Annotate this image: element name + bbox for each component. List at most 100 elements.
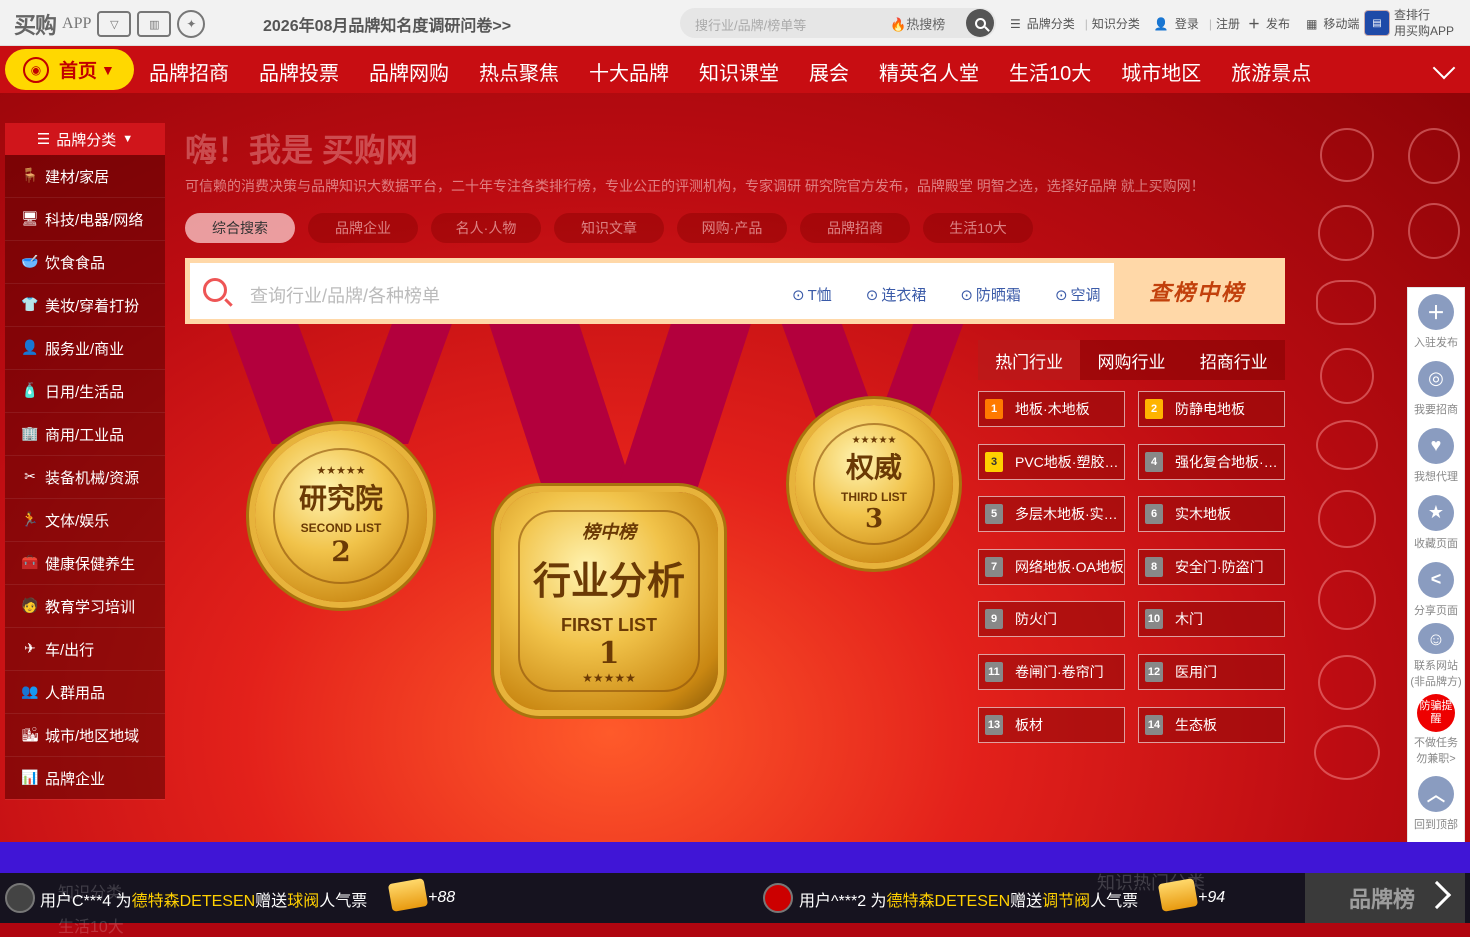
brand-rank-button[interactable]: 品牌榜 bbox=[1305, 873, 1465, 923]
anti-fraud-notice[interactable]: 防骗提醒 不做任务勿兼职> bbox=[1408, 690, 1464, 770]
sidebar-item-daily[interactable]: 🧴 日用/生活品 bbox=[5, 370, 165, 413]
nav-expand-icon[interactable] bbox=[1432, 56, 1456, 80]
invest-button[interactable]: ◎ 我要招商 bbox=[1408, 355, 1464, 422]
tab-articles[interactable]: 知识文章 bbox=[554, 213, 664, 243]
top-search-button[interactable] bbox=[966, 9, 994, 37]
tab-brand[interactable]: 品牌企业 bbox=[308, 213, 418, 243]
favorite-button[interactable]: ★ 收藏页面 bbox=[1408, 489, 1464, 556]
nav-item-city[interactable]: 城市地区 bbox=[1121, 57, 1201, 86]
tab-products[interactable]: 网购·产品 bbox=[677, 213, 787, 243]
industry-item[interactable]: 12 医用门 bbox=[1138, 654, 1285, 690]
sidebar-header[interactable]: ☰ 品牌分类 ▼ bbox=[5, 123, 165, 155]
main-search-input[interactable]: 查询行业/品牌/各种榜单 bbox=[250, 282, 440, 308]
mobile-link[interactable]: 移动端 bbox=[1323, 15, 1359, 32]
sidebar-item-sports[interactable]: 🏃 文体/娱乐 bbox=[5, 499, 165, 542]
vote-ticket-icon bbox=[1157, 878, 1199, 912]
emblem-icon bbox=[1318, 205, 1374, 261]
nav-item-hot-focus[interactable]: 热点聚焦 bbox=[479, 57, 559, 86]
publish-link[interactable]: 发布 bbox=[1266, 15, 1290, 32]
industry-item[interactable]: 4强化复合地板·复合地板 bbox=[1138, 444, 1285, 480]
brand-category-sidebar: ☰ 品牌分类 ▼ 🪑 建材/家居 🖥 科技/电器/网络 🥣 饮食食品 👕 美妆/穿着打扮… bbox=[5, 123, 165, 800]
nav-item-brand-invest[interactable]: 品牌招商 bbox=[149, 57, 229, 86]
sidebar-item-health[interactable]: 🧰 健康保健养生 bbox=[5, 542, 165, 585]
industry-item[interactable]: 3 PVC地板·塑胶地板 bbox=[978, 444, 1125, 480]
survey-link[interactable]: 2026年08月品牌知名度调研问卷>> bbox=[263, 12, 511, 36]
industry-item[interactable]: 2 防静电地板 bbox=[1138, 391, 1285, 427]
industry-item[interactable]: 8 安全门·防盗门 bbox=[1138, 549, 1285, 585]
medal-second: ★★★★★ 研究院 SECOND LIST 2 bbox=[255, 430, 427, 602]
sidebar-item-building-home[interactable]: 🪑 建材/家居 bbox=[5, 155, 165, 198]
login-link[interactable]: 登录 bbox=[1175, 15, 1199, 32]
nav-item-top10[interactable]: 十大品牌 bbox=[589, 57, 669, 86]
nav-item-elite[interactable]: 精英名人堂 bbox=[879, 57, 979, 86]
plane-icon: ✈ bbox=[24, 640, 36, 656]
plus-icon: ＋ bbox=[1418, 293, 1454, 330]
tab-shop-industry[interactable]: 网购行业 bbox=[1080, 340, 1182, 380]
nav-item-knowledge[interactable]: 知识课堂 bbox=[699, 57, 779, 86]
building-icon: 🏢 bbox=[21, 425, 39, 441]
register-link[interactable]: 注册 bbox=[1216, 15, 1240, 32]
tab-people[interactable]: 名人·人物 bbox=[431, 213, 541, 243]
industry-item[interactable]: 7 网络地板·OA地板 bbox=[978, 549, 1125, 585]
sidebar-item-machinery[interactable]: ✂ 装备机械/资源 bbox=[5, 456, 165, 499]
sidebar-item-commercial[interactable]: 🏢 商用/工业品 bbox=[5, 413, 165, 456]
share-button[interactable]: < 分享页面 bbox=[1408, 556, 1464, 623]
nav-item-brand-shop[interactable]: 品牌网购 bbox=[369, 57, 449, 86]
ticker-entry[interactable]: 用户C***4 为 德特森DETESEN 赠送 球阀 人气票 bbox=[40, 887, 367, 911]
industry-item[interactable]: 13 板材 bbox=[978, 707, 1125, 743]
industry-tabs: 热门行业 网购行业 招商行业 bbox=[978, 340, 1285, 380]
sidebar-item-food[interactable]: 🥣 饮食食品 bbox=[5, 241, 165, 284]
hero-greeting: 嗨！我是 买购网 bbox=[185, 132, 418, 168]
sidebar-item-enterprise[interactable]: 📊 品牌企业 bbox=[5, 757, 165, 800]
sidebar-item-vehicle[interactable]: ✈ 车/出行 bbox=[5, 628, 165, 671]
industry-item[interactable]: 14 生态板 bbox=[1138, 707, 1285, 743]
tab-all[interactable]: 综合搜索 bbox=[185, 213, 295, 243]
knowledge-category-link[interactable]: 知识分类 bbox=[1092, 15, 1140, 32]
top-search-input[interactable]: 搜行业/品牌/榜单等 bbox=[695, 15, 806, 34]
industry-item[interactable]: 10 木门 bbox=[1138, 601, 1285, 637]
share-icon: < bbox=[1418, 561, 1454, 598]
main-search-button[interactable]: 查榜中榜 bbox=[1114, 263, 1280, 319]
industry-item[interactable]: 1 地板·木地板 bbox=[978, 391, 1125, 427]
hot-search-link[interactable]: 🔥热搜榜 bbox=[890, 14, 945, 33]
nav-item-travel[interactable]: 旅游景点 bbox=[1231, 57, 1311, 86]
settle-publish-button[interactable]: ＋入驻发布 bbox=[1408, 288, 1464, 355]
back-to-top-button[interactable]: ︿ 回到顶部 bbox=[1408, 770, 1464, 837]
hint-tshirt[interactable]: T恤 bbox=[792, 284, 832, 305]
top-search-box[interactable]: 搜行业/品牌/榜单等 🔥热搜榜 bbox=[680, 8, 996, 38]
medal-third: ★★★★★ 权威 THIRD LIST 3 bbox=[795, 405, 953, 563]
emblem-icon bbox=[1408, 203, 1460, 259]
industry-item[interactable]: 6 实木地板 bbox=[1138, 496, 1285, 532]
warning-badge: 防骗提醒 bbox=[1417, 693, 1455, 732]
nav-item-expo[interactable]: 展会 bbox=[809, 57, 849, 86]
emblem-icon bbox=[1320, 128, 1374, 182]
contact-button[interactable]: ☺ 联系网站(非品牌方) bbox=[1408, 623, 1464, 690]
nav-home[interactable]: ◉ 首页 ▼ bbox=[5, 49, 134, 90]
site-logo[interactable]: 买购 APP ▽ ▥ ✦ bbox=[14, 8, 206, 40]
tools-icon: ✂ bbox=[24, 468, 36, 484]
sidebar-item-city[interactable]: 🏙 城市/地区地域 bbox=[5, 714, 165, 757]
emblem-icon bbox=[1320, 348, 1374, 404]
tab-life10[interactable]: 生活10大 bbox=[923, 213, 1033, 243]
hint-dress[interactable]: 连衣裙 bbox=[866, 284, 926, 305]
sidebar-item-service[interactable]: 👤 服务业/商业 bbox=[5, 327, 165, 370]
industry-item[interactable]: 11 卷闸门·卷帘门 bbox=[978, 654, 1125, 690]
sidebar-item-tech[interactable]: 🖥 科技/电器/网络 bbox=[5, 198, 165, 241]
tab-hot-industry[interactable]: 热门行业 bbox=[978, 340, 1081, 380]
agent-button[interactable]: ♥ 我想代理 bbox=[1408, 422, 1464, 489]
tab-invest-industry[interactable]: 招商行业 bbox=[1183, 340, 1285, 380]
ticker-entry[interactable]: 用户^***2 为 德特森DETESEN 赠送 调节阀 人气票 bbox=[799, 887, 1138, 911]
hint-aircon[interactable]: 空调 bbox=[1055, 284, 1101, 305]
tab-invest[interactable]: 品牌招商 bbox=[800, 213, 910, 243]
app-download[interactable]: ▤ 查排行 用买购APP bbox=[1364, 7, 1454, 39]
right-float-panel: ＋入驻发布 ◎ 我要招商 ♥ 我想代理 ★ 收藏页面 < 分享页面 ☺ 联系网站(非品牌方… bbox=[1407, 287, 1465, 857]
nav-item-life10[interactable]: 生活10大 bbox=[1009, 57, 1091, 86]
industry-item[interactable]: 9 防火门 bbox=[978, 601, 1125, 637]
industry-item[interactable]: 5多层木地板·实木复合地板 bbox=[978, 496, 1125, 532]
sidebar-item-beauty[interactable]: 👕 美妆/穿着打扮 bbox=[5, 284, 165, 327]
hint-sunscreen[interactable]: 防晒霜 bbox=[960, 284, 1021, 305]
sidebar-item-education[interactable]: 🧑 教育学习培训 bbox=[5, 585, 165, 628]
nav-item-brand-vote[interactable]: 品牌投票 bbox=[259, 57, 339, 86]
brand-category-link[interactable]: 品牌分类 bbox=[1027, 15, 1075, 32]
sidebar-item-people[interactable]: 👥 人群用品 bbox=[5, 671, 165, 714]
